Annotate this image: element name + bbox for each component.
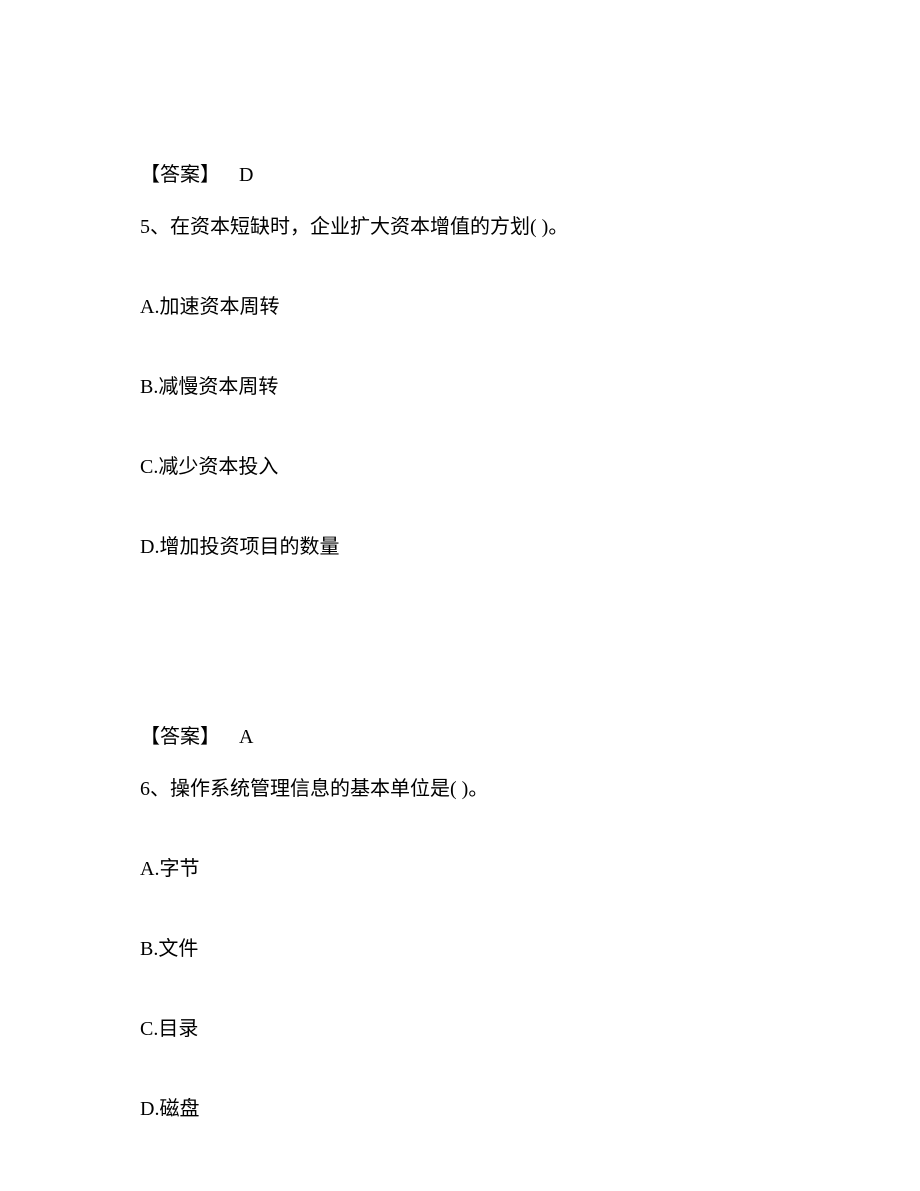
- question-6: 6、操作系统管理信息的基本单位是( )。: [140, 774, 780, 804]
- option-5-b: B.减慢资本周转: [140, 372, 780, 402]
- answer-value: A: [239, 726, 253, 748]
- option-6-c: C.目录: [140, 1014, 780, 1044]
- option-5-d: D.增加投资项目的数量: [140, 532, 780, 562]
- section-gap: [140, 612, 780, 722]
- question-5: 5、在资本短缺时，企业扩大资本增值的方划( )。: [140, 212, 780, 242]
- answer-block-1: 【答案】 D: [140, 160, 780, 190]
- option-6-d: D.磁盘: [140, 1094, 780, 1124]
- answer-value: D: [239, 164, 253, 186]
- option-6-b: B.文件: [140, 934, 780, 964]
- answer-block-2: 【答案】 A: [140, 722, 780, 752]
- option-5-a: A.加速资本周转: [140, 292, 780, 322]
- option-5-c: C.减少资本投入: [140, 452, 780, 482]
- answer-label: 【答案】: [140, 164, 220, 186]
- answer-label: 【答案】: [140, 726, 220, 748]
- option-6-a: A.字节: [140, 854, 780, 884]
